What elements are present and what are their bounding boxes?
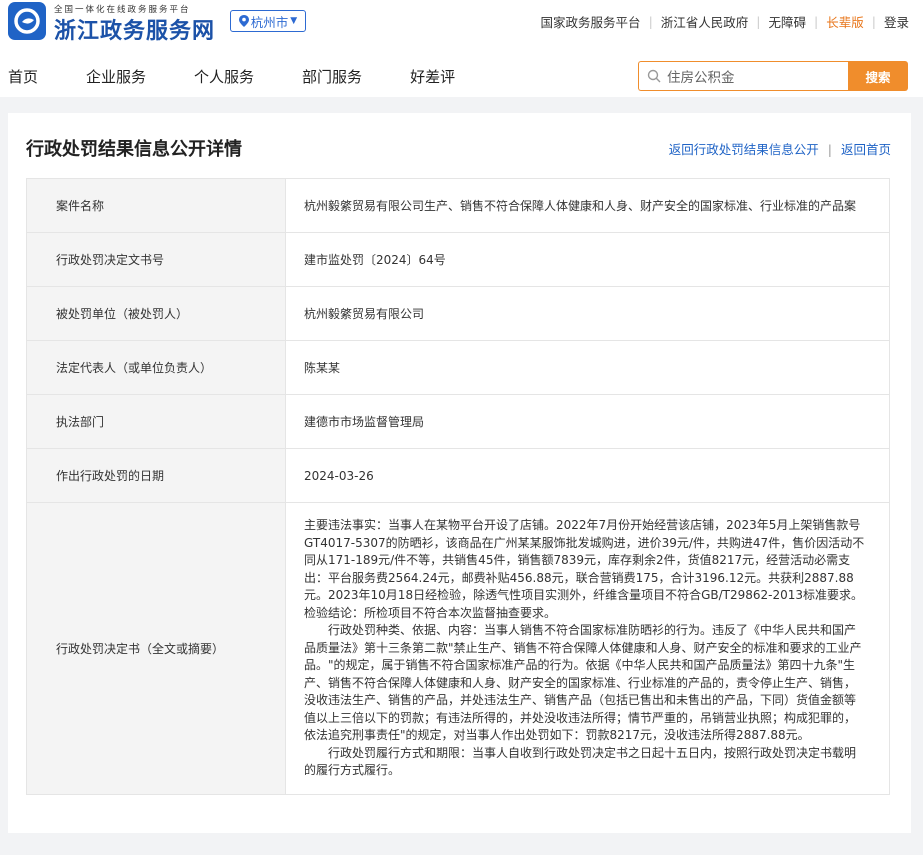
table-row-decision: 行政处罚决定书（全文或摘要） 主要违法事实：当事人在某物平台开设了店铺。2022… xyxy=(26,502,890,795)
decision-facts: 主要违法事实：当事人在某物平台开设了店铺。2022年7月份开始经营该店铺，202… xyxy=(304,518,865,620)
search-icon xyxy=(647,69,661,83)
field-label: 行政处罚决定书（全文或摘要） xyxy=(26,502,286,795)
location-pin-icon xyxy=(238,15,249,27)
divider: | xyxy=(814,14,819,29)
link-national-platform[interactable]: 国家政务服务平台 xyxy=(541,12,641,31)
detail-table: 案件名称 杭州毅綮贸易有限公司生产、销售不符合保障人体健康和人身、财产安全的国家… xyxy=(26,178,890,795)
search-input[interactable]: 住房公积金 xyxy=(638,61,848,91)
table-row: 案件名称 杭州毅綮贸易有限公司生产、销售不符合保障人体健康和人身、财产安全的国家… xyxy=(26,178,890,233)
detail-panel: 行政处罚结果信息公开详情 返回行政处罚结果信息公开 | 返回首页 案件名称 杭州… xyxy=(8,113,911,833)
table-row: 执法部门 建德市市场监督管理局 xyxy=(26,394,890,449)
field-value: 陈某某 xyxy=(285,340,890,395)
field-value: 建市监处罚〔2024〕64号 xyxy=(285,232,890,287)
chevron-down-icon: ▼ xyxy=(290,16,298,26)
field-label: 法定代表人（或单位负责人） xyxy=(26,340,286,395)
field-label: 被处罚单位（被处罚人） xyxy=(26,286,286,341)
site-logo-icon[interactable] xyxy=(8,2,46,40)
link-elder-mode[interactable]: 长辈版 xyxy=(826,12,864,31)
top-links: 国家政务服务平台 | 浙江省人民政府 | 无障碍 | 长辈版 | 登录 xyxy=(541,12,909,31)
nav-item-enterprise[interactable]: 企业服务 xyxy=(86,66,146,87)
site-header: 全国一体化在线政务服务平台 浙江政务服务网 杭州市 ▼ 国家政务服务平台 | 浙… xyxy=(0,0,923,97)
main-nav: 首页 企业服务 个人服务 部门服务 好差评 xyxy=(0,66,495,87)
nav-item-rating[interactable]: 好差评 xyxy=(410,66,455,87)
field-label: 行政处罚决定文书号 xyxy=(26,232,286,287)
link-login[interactable]: 登录 xyxy=(884,12,909,31)
field-value: 建德市市场监督管理局 xyxy=(285,394,890,449)
back-home-link[interactable]: 返回首页 xyxy=(841,142,891,157)
search-placeholder: 住房公积金 xyxy=(667,70,735,86)
field-label: 案件名称 xyxy=(26,178,286,233)
search-bar: 住房公积金 搜索 xyxy=(638,61,908,91)
table-row: 作出行政处罚的日期 2024-03-26 xyxy=(26,448,890,503)
page-title: 行政处罚结果信息公开详情 xyxy=(26,139,242,160)
nav-item-department[interactable]: 部门服务 xyxy=(302,66,362,87)
table-row: 被处罚单位（被处罚人） 杭州毅綮贸易有限公司 xyxy=(26,286,890,341)
divider: | xyxy=(648,14,653,29)
back-to-list-link[interactable]: 返回行政处罚结果信息公开 xyxy=(669,142,819,157)
city-label: 杭州市 xyxy=(250,14,289,30)
divider: | xyxy=(827,142,832,157)
field-label: 执法部门 xyxy=(26,394,286,449)
table-row: 法定代表人（或单位负责人） 陈某某 xyxy=(26,340,890,395)
nav-item-personal[interactable]: 个人服务 xyxy=(194,66,254,87)
decision-basis: 行政处罚种类、依据、内容：当事人销售不符合国家标准防晒衫的行为。违反了《中华人民… xyxy=(304,623,862,742)
decision-deadline: 行政处罚履行方式和期限：当事人自收到行政处罚决定书之日起十五日内，按照行政处罚决… xyxy=(304,745,857,778)
field-value: 杭州毅綮贸易有限公司生产、销售不符合保障人体健康和人身、财产安全的国家标准、行业… xyxy=(285,178,890,233)
decision-text: 主要违法事实：当事人在某物平台开设了店铺。2022年7月份开始经营该店铺，202… xyxy=(285,502,890,795)
divider: | xyxy=(756,14,761,29)
city-selector[interactable]: 杭州市 ▼ xyxy=(230,10,306,32)
search-button[interactable]: 搜索 xyxy=(848,61,908,91)
field-value: 2024-03-26 xyxy=(285,448,890,503)
link-accessibility[interactable]: 无障碍 xyxy=(769,12,807,31)
field-label: 作出行政处罚的日期 xyxy=(26,448,286,503)
link-province-gov[interactable]: 浙江省人民政府 xyxy=(661,12,749,31)
field-value: 杭州毅綮贸易有限公司 xyxy=(285,286,890,341)
logo-title[interactable]: 浙江政务服务网 xyxy=(54,13,215,45)
panel-links: 返回行政处罚结果信息公开 | 返回首页 xyxy=(669,139,891,158)
divider: | xyxy=(871,14,876,29)
table-row: 行政处罚决定文书号 建市监处罚〔2024〕64号 xyxy=(26,232,890,287)
nav-item-home[interactable]: 首页 xyxy=(8,66,38,87)
